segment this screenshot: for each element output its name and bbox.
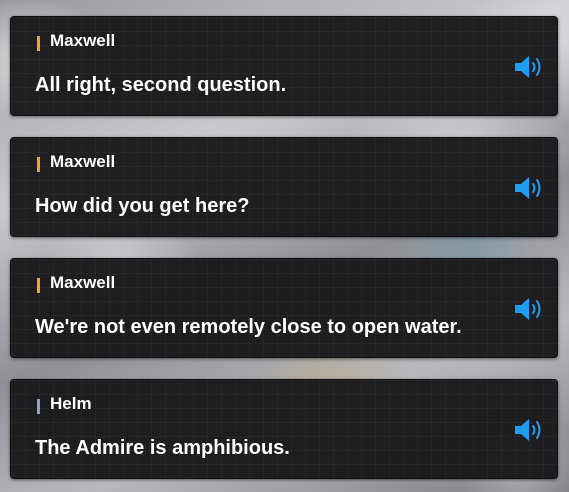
dialogue-entry: Maxwell All right, second question.	[10, 16, 558, 116]
speaker-name: Maxwell	[50, 273, 116, 292]
speaker-name: Helm	[50, 394, 92, 413]
dialogue-entry: Maxwell We're not even remotely close to…	[10, 258, 558, 358]
speaker-volume-icon	[515, 298, 541, 320]
speaker-name: Maxwell	[50, 152, 116, 171]
speaker-volume-icon	[515, 56, 541, 78]
dialogue-text: All right, second question.	[35, 74, 287, 96]
dialogue-entry: Maxwell How did you get here?	[10, 137, 558, 237]
speaker-volume-icon	[515, 419, 541, 441]
dialogue-text: The Admire is amphibious.	[35, 437, 290, 459]
speaker-name: Maxwell	[50, 31, 116, 50]
speaker-marker	[37, 157, 40, 172]
play-voice-button[interactable]	[513, 174, 547, 202]
speaker-volume-icon	[515, 177, 541, 199]
dialogue-entry: Helm The Admire is amphibious.	[10, 379, 558, 479]
speaker-marker	[37, 278, 40, 293]
play-voice-button[interactable]	[513, 295, 547, 323]
dialogue-text: We're not even remotely close to open wa…	[35, 316, 462, 338]
speaker-marker	[37, 399, 40, 414]
play-voice-button[interactable]	[513, 53, 547, 81]
dialogue-text: How did you get here?	[35, 195, 250, 217]
speaker-marker	[37, 36, 40, 51]
play-voice-button[interactable]	[513, 416, 547, 444]
